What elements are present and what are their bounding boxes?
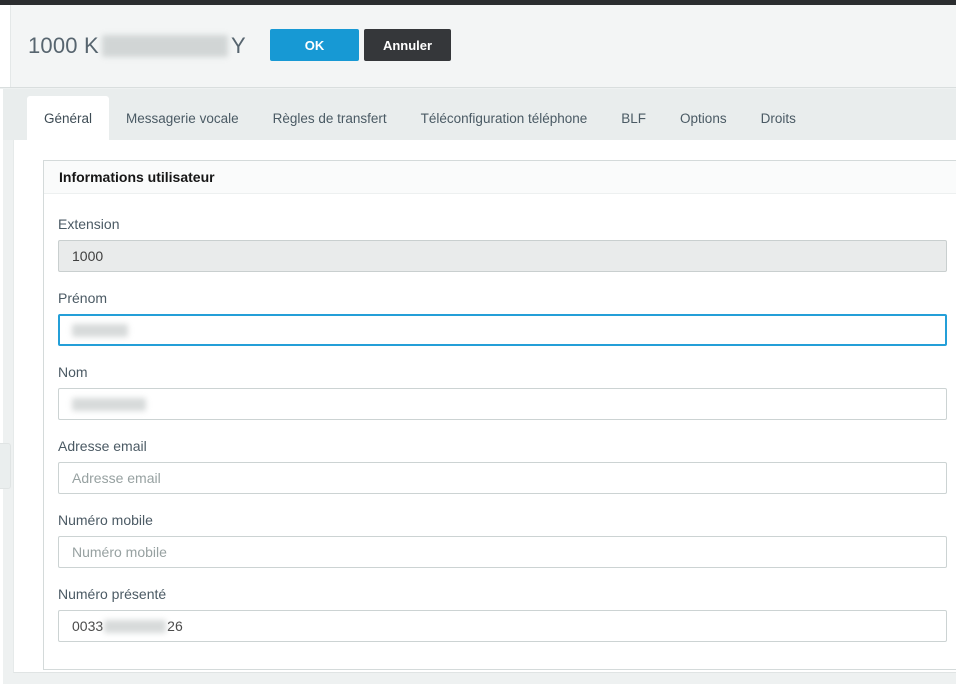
nom-input[interactable] bbox=[58, 388, 947, 420]
field-numero-mobile: Numéro mobile bbox=[58, 512, 947, 568]
field-adresse-email: Adresse email bbox=[58, 438, 947, 494]
field-numero-presente: Numéro présenté 0033 26 bbox=[58, 586, 947, 642]
user-edit-page: 1000 K Y OK Annuler Général Messagerie vo… bbox=[0, 0, 956, 684]
redacted-numero-middle bbox=[104, 620, 166, 633]
field-prenom: Prénom bbox=[58, 290, 947, 346]
ok-button[interactable]: OK bbox=[270, 29, 359, 61]
tab-options[interactable]: Options bbox=[663, 96, 744, 140]
page-title-suffix: Y bbox=[231, 33, 246, 59]
numero-presente-suffix: 26 bbox=[167, 618, 183, 634]
extension-label: Extension bbox=[58, 216, 947, 232]
form-body: Extension Prénom Nom Adresse ema bbox=[44, 194, 956, 642]
header-left-gutter bbox=[0, 5, 11, 87]
tab-blf[interactable]: BLF bbox=[604, 96, 663, 140]
tab-content-panel: Informations utilisateur Extension Préno… bbox=[13, 140, 956, 673]
page-header: 1000 K Y OK Annuler bbox=[0, 5, 956, 88]
page-title-prefix: 1000 K bbox=[28, 33, 99, 59]
numero-presente-label: Numéro présenté bbox=[58, 586, 947, 602]
tabs-row: Général Messagerie vocale Règles de tran… bbox=[27, 96, 813, 140]
numero-presente-prefix: 0033 bbox=[72, 618, 103, 634]
field-extension: Extension bbox=[58, 216, 947, 272]
redacted-prenom-value bbox=[72, 324, 128, 337]
prenom-label: Prénom bbox=[58, 290, 947, 306]
tab-droits[interactable]: Droits bbox=[744, 96, 813, 140]
cancel-button[interactable]: Annuler bbox=[364, 29, 451, 61]
tab-regles-de-transfert[interactable]: Règles de transfert bbox=[256, 96, 404, 140]
email-label: Adresse email bbox=[58, 438, 947, 454]
redacted-nom-value bbox=[72, 398, 146, 411]
mobile-label: Numéro mobile bbox=[58, 512, 947, 528]
tab-general[interactable]: Général bbox=[27, 96, 109, 140]
page-title: 1000 K Y bbox=[28, 5, 246, 87]
mobile-input[interactable] bbox=[58, 536, 947, 568]
tab-messagerie-vocale[interactable]: Messagerie vocale bbox=[109, 96, 256, 140]
numero-presente-input[interactable]: 0033 26 bbox=[58, 610, 947, 642]
field-nom: Nom bbox=[58, 364, 947, 420]
prenom-input[interactable] bbox=[58, 314, 947, 346]
user-info-fieldset: Informations utilisateur Extension Préno… bbox=[43, 160, 956, 670]
left-rail bbox=[0, 89, 3, 684]
section-title: Informations utilisateur bbox=[44, 161, 956, 194]
extension-input bbox=[58, 240, 947, 272]
sidebar-collapse-handle[interactable] bbox=[0, 443, 11, 489]
tab-teleconfiguration-telephone[interactable]: Téléconfiguration téléphone bbox=[404, 96, 605, 140]
nom-label: Nom bbox=[58, 364, 947, 380]
tab-bar: Général Messagerie vocale Règles de tran… bbox=[0, 89, 956, 140]
redacted-user-name bbox=[102, 35, 228, 57]
email-input[interactable] bbox=[58, 462, 947, 494]
